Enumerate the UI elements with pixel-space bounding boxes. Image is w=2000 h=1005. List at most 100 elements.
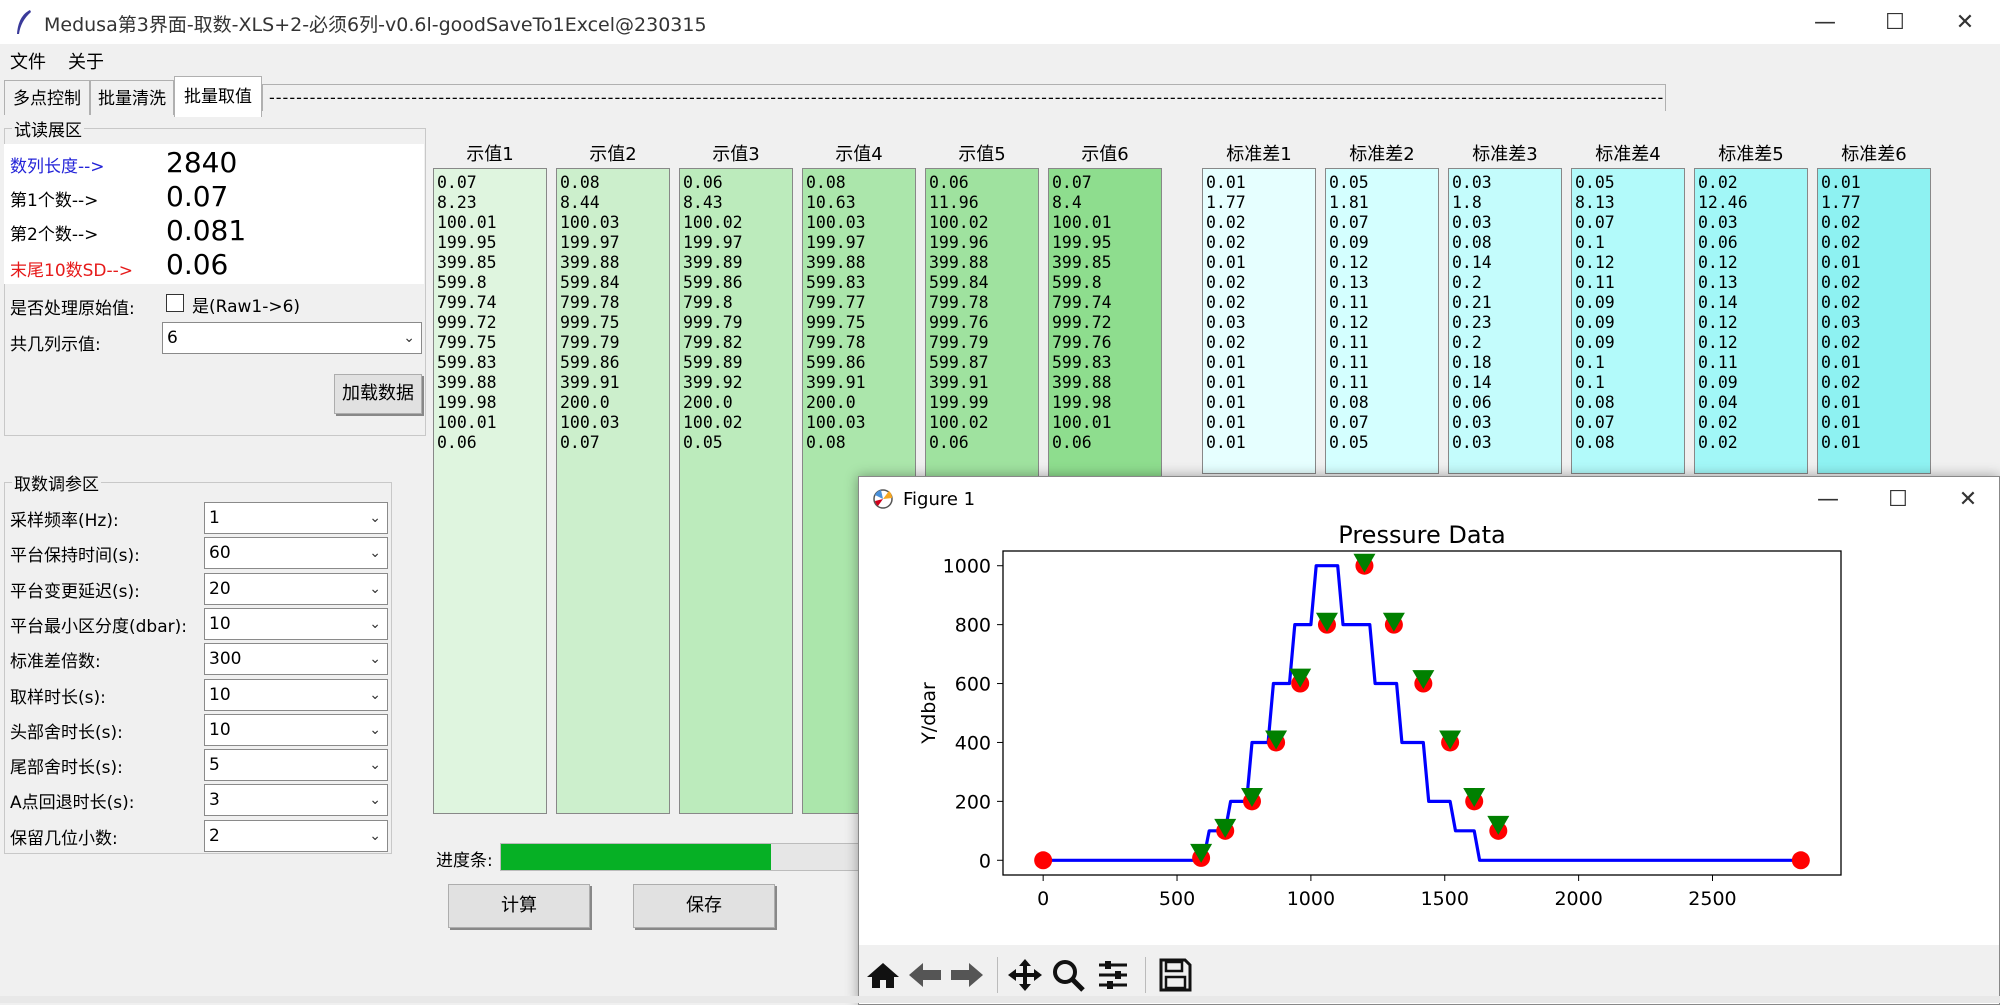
- param-select[interactable]: 60 ⌄: [204, 537, 388, 570]
- taskbar-peek: [0, 996, 2000, 1003]
- param-value: 60: [209, 543, 231, 564]
- x-tick-label: 2000: [1554, 888, 1602, 910]
- sd-column-text[interactable]: 0.05 8.13 0.07 0.1 0.12 0.11 0.09 0.09 0…: [1571, 168, 1685, 474]
- param-label: 平台最小区分度(dbar):: [10, 616, 187, 637]
- forward-arrow-icon[interactable]: [947, 957, 987, 993]
- param-value: 20: [209, 578, 231, 599]
- value-column-header: 示值2: [589, 144, 637, 165]
- tail-sd-label: 末尾10数SD-->: [10, 261, 134, 281]
- param-value: 10: [209, 684, 231, 705]
- zoom-icon[interactable]: [1049, 957, 1089, 993]
- pan-icon[interactable]: [1005, 957, 1045, 993]
- figure-close-button[interactable]: ✕: [1933, 477, 2000, 521]
- figure-minimize-button[interactable]: —: [1793, 477, 1863, 521]
- y-tick-label: 200: [955, 791, 991, 813]
- param-label: 尾部舍时长(s):: [10, 758, 123, 779]
- param-label: 取样时长(s):: [10, 687, 106, 708]
- chevron-down-icon: ⌄: [369, 686, 381, 703]
- save-icon[interactable]: [1155, 957, 1195, 993]
- sd-column-text[interactable]: 0.01 1.77 0.02 0.02 0.01 0.02 0.02 0.03 …: [1202, 168, 1316, 474]
- progress-label: 进度条:: [436, 851, 493, 871]
- value-column-header: 示值4: [835, 144, 883, 165]
- minimize-button[interactable]: —: [1790, 0, 1860, 44]
- configure-subplots-icon[interactable]: [1093, 957, 1133, 993]
- x-tick-label: 0: [1037, 888, 1049, 910]
- menu-bar: [0, 44, 2000, 76]
- value-column-header: 示值5: [958, 144, 1006, 165]
- x-tick-label: 1000: [1287, 888, 1335, 910]
- figure-toolbar: [859, 945, 1999, 1003]
- process-raw-checkbox[interactable]: [166, 294, 184, 312]
- param-select[interactable]: 10 ⌄: [204, 713, 388, 746]
- y-tick-label: 400: [955, 732, 991, 754]
- save-button[interactable]: 保存: [633, 884, 775, 928]
- param-select[interactable]: 10 ⌄: [204, 607, 388, 640]
- param-label: 采样频率(Hz):: [10, 511, 119, 531]
- param-value: 3: [209, 790, 220, 811]
- chevron-down-icon: ⌄: [369, 792, 381, 809]
- sd-column-header: 标准差1: [1226, 144, 1292, 165]
- param-label: 标准差倍数:: [10, 652, 101, 673]
- tab-batch-clean[interactable]: 批量清洗: [90, 80, 174, 115]
- home-icon[interactable]: [863, 957, 903, 993]
- process-raw-label: 是否处理原始值:: [10, 299, 135, 319]
- param-value: 300: [209, 649, 242, 670]
- chevron-down-icon: ⌄: [369, 545, 381, 562]
- x-tick-label: 1500: [1421, 888, 1469, 910]
- window-title: Medusa第3界面-取数-XLS+2-必须6列-v0.6l-goodSaveT…: [44, 14, 707, 36]
- param-label: 平台变更延迟(s):: [10, 581, 140, 602]
- param-select[interactable]: 5 ⌄: [204, 749, 388, 782]
- chevron-down-icon: ⌄: [369, 510, 381, 526]
- first-number-label: 第1个数-->: [10, 191, 99, 211]
- y-tick-label: 600: [955, 674, 991, 696]
- chevron-down-icon: ⌄: [369, 580, 381, 597]
- param-select[interactable]: 1 ⌄: [204, 502, 388, 534]
- red-marker: [1034, 851, 1053, 870]
- param-value: 5: [209, 755, 220, 776]
- matplotlib-icon: [873, 489, 893, 509]
- menu-file[interactable]: 文件: [10, 48, 46, 74]
- compute-button[interactable]: 计算: [448, 884, 590, 928]
- param-select[interactable]: 3 ⌄: [204, 784, 388, 817]
- chevron-down-icon: ⌄: [403, 330, 415, 346]
- close-button[interactable]: ✕: [1930, 0, 2000, 44]
- x-tick-label: 500: [1159, 888, 1195, 910]
- maximize-button[interactable]: ☐: [1860, 0, 1930, 44]
- param-label: 保留几位小数:: [10, 828, 118, 849]
- value-column-header: 示值3: [712, 144, 760, 165]
- columns-count-select[interactable]: 6 ⌄: [162, 322, 422, 354]
- sd-column-text[interactable]: 0.01 1.77 0.02 0.02 0.01 0.02 0.02 0.03 …: [1817, 168, 1931, 474]
- columns-count-value: 6: [167, 328, 178, 348]
- tab-multipoint-control[interactable]: 多点控制: [4, 80, 90, 115]
- param-select[interactable]: 10 ⌄: [204, 678, 388, 711]
- y-axis-label: Y/dbar: [918, 682, 940, 745]
- toolbar-divider: [1145, 957, 1146, 993]
- sd-column-header: 标准差3: [1472, 144, 1538, 165]
- back-arrow-icon[interactable]: [905, 957, 945, 993]
- first-number-value: 0.07: [166, 180, 229, 213]
- figure-window: Figure 1 — ☐ ✕ Pressure Data Y/dbar 0 500 10…: [858, 476, 2000, 1005]
- sd-column-header: 标准差5: [1718, 144, 1784, 165]
- sd-column-text[interactable]: 0.02 12.46 0.03 0.06 0.12 0.13 0.14 0.12…: [1694, 168, 1808, 474]
- seq-length-label: 数列长度-->: [10, 157, 105, 177]
- value-column-text[interactable]: 0.07 8.23 100.01 199.95 399.85 599.8 799…: [433, 168, 547, 814]
- param-select[interactable]: 20 ⌄: [204, 572, 388, 605]
- chevron-down-icon: ⌄: [369, 757, 381, 774]
- tab-batch-fetch[interactable]: 批量取值: [174, 76, 262, 117]
- load-data-button[interactable]: 加载数据: [334, 374, 422, 414]
- sd-column-text[interactable]: 0.03 1.8 0.03 0.08 0.14 0.2 0.21 0.23 0.…: [1448, 168, 1562, 474]
- param-select[interactable]: 300 ⌄: [204, 643, 388, 676]
- preview-group-title: 试读展区: [12, 116, 84, 141]
- value-column-text[interactable]: 0.06 8.43 100.02 199.97 399.89 599.86 79…: [679, 168, 793, 814]
- figure-maximize-button[interactable]: ☐: [1863, 477, 1933, 521]
- columns-count-label: 共几列示值:: [10, 335, 101, 355]
- menu-about[interactable]: 关于: [68, 48, 104, 74]
- sd-column-text[interactable]: 0.05 1.81 0.07 0.09 0.12 0.13 0.11 0.12 …: [1325, 168, 1439, 474]
- param-select[interactable]: 2 ⌄: [204, 819, 388, 852]
- value-column-header: 示值6: [1081, 144, 1129, 165]
- chevron-down-icon: ⌄: [369, 827, 381, 844]
- value-column-text[interactable]: 0.08 8.44 100.03 199.97 399.88 599.84 79…: [556, 168, 670, 814]
- title-bar: Medusa第3界面-取数-XLS+2-必须6列-v0.6l-goodSaveT…: [0, 0, 2000, 44]
- chevron-down-icon: ⌄: [369, 721, 381, 738]
- red-marker: [1791, 851, 1810, 870]
